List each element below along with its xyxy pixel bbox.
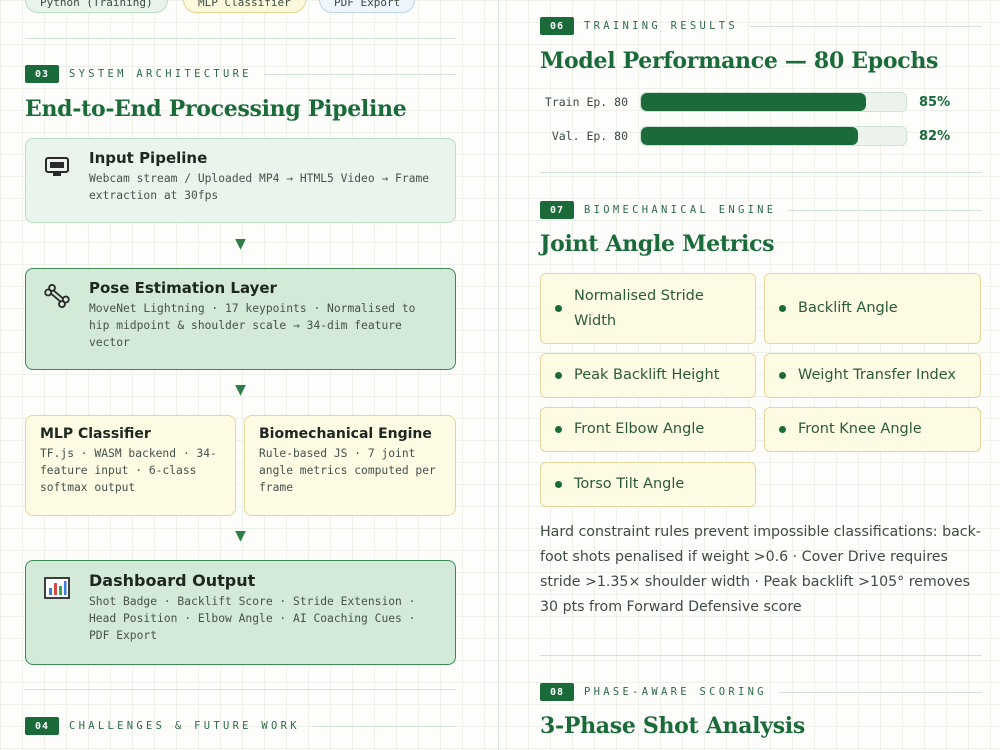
- section-title: End-to-End Processing Pipeline: [25, 96, 407, 122]
- section-divider: [540, 655, 982, 656]
- progress-bar-row: Train Ep. 80 85%: [540, 91, 982, 113]
- section-divider: [25, 689, 456, 690]
- card-body: MoveNet Lightning · 17 keypoints · Norma…: [89, 302, 416, 349]
- metric-label: Peak Backlift Height: [574, 367, 720, 383]
- bullet-dot-icon: [555, 372, 562, 379]
- metric-item: Weight Transfer Index: [764, 353, 981, 398]
- section-number: 06: [540, 17, 574, 35]
- section-label: BIOMECHANICAL ENGINE: [584, 204, 777, 216]
- section-header: 07 BIOMECHANICAL ENGINE: [540, 201, 982, 219]
- card-body: TF.js · WASM backend · 34-feature input …: [40, 447, 217, 494]
- progress-bar-row: Val. Ep. 80 82%: [540, 125, 982, 147]
- column-divider: [498, 0, 499, 750]
- bullet-dot-icon: [779, 426, 786, 433]
- progress-fill: [641, 127, 859, 145]
- section-divider: [540, 172, 982, 173]
- section-divider: [25, 38, 456, 39]
- bullet-dot-icon: [779, 372, 786, 379]
- tag-pill: PDF Export: [319, 0, 416, 13]
- card-title: Biomechanical Engine: [259, 426, 432, 442]
- section-title: Joint Angle Metrics: [540, 231, 775, 257]
- card-body: Shot Badge · Backlift Score · Stride Ext…: [89, 595, 416, 642]
- section-number: 07: [540, 201, 574, 219]
- input-pipeline-card: Input Pipeline Webcam stream / Uploaded …: [25, 138, 456, 223]
- bullet-dot-icon: [555, 305, 562, 312]
- metric-item: Peak Backlift Height: [540, 353, 756, 398]
- progress-fill: [641, 93, 867, 111]
- section-title: 3-Phase Shot Analysis: [540, 713, 805, 739]
- section-number: 08: [540, 683, 574, 701]
- section-title: Model Performance — 80 Epochs: [540, 48, 939, 74]
- section-label: CHALLENGES & FUTURE WORK: [69, 720, 300, 732]
- section-header: 03 SYSTEM ARCHITECTURE: [25, 65, 456, 83]
- flow-arrow-icon: ▼: [235, 382, 246, 398]
- monitor-icon: [45, 157, 69, 176]
- bar-label: Val. Ep. 80: [551, 129, 628, 143]
- metric-item: Normalised Stride Width: [540, 273, 756, 344]
- card-title: Pose Estimation Layer: [89, 279, 277, 297]
- pose-estimation-card: Pose Estimation Layer MoveNet Lightning …: [25, 268, 456, 370]
- flow-arrow-icon: ▼: [235, 528, 246, 544]
- metric-item: Front Elbow Angle: [540, 407, 756, 452]
- section-number: 04: [25, 717, 59, 735]
- card-body: Rule-based JS · 7 joint angle metrics co…: [259, 447, 436, 494]
- bone-icon: [44, 284, 70, 308]
- metric-label: Normalised Stride Width: [574, 287, 704, 329]
- biomechanical-engine-card: Biomechanical Engine Rule-based JS · 7 j…: [244, 415, 456, 516]
- bar-value: 85%: [919, 94, 951, 110]
- bar-label: Train Ep. 80: [544, 95, 628, 109]
- metric-item: Front Knee Angle: [764, 407, 981, 452]
- bullet-dot-icon: [555, 481, 562, 488]
- flow-arrow-icon: ▼: [235, 236, 246, 252]
- bar-chart-icon: [44, 577, 70, 599]
- dashboard-output-card: Dashboard Output Shot Badge · Backlift S…: [25, 560, 456, 665]
- metric-item: Torso Tilt Angle: [540, 462, 756, 507]
- section-label: PHASE-AWARE SCORING: [584, 686, 767, 698]
- bar-value: 82%: [919, 128, 951, 144]
- section-label: TRAINING RESULTS: [584, 20, 738, 32]
- progress-track: [640, 126, 907, 146]
- section-header: 06 TRAINING RESULTS: [540, 17, 982, 35]
- section-number: 03: [25, 65, 59, 83]
- tag-pill: MLP Classifier: [183, 0, 306, 13]
- mlp-classifier-card: MLP Classifier TF.js · WASM backend · 34…: [25, 415, 236, 516]
- card-title: Dashboard Output: [89, 571, 256, 590]
- card-body: Webcam stream / Uploaded MP4 → HTML5 Vid…: [89, 172, 430, 202]
- progress-track: [640, 92, 907, 112]
- bullet-dot-icon: [555, 426, 562, 433]
- metric-label: Front Knee Angle: [798, 421, 922, 437]
- section-header: 08 PHASE-AWARE SCORING: [540, 683, 982, 701]
- section-header: 04 CHALLENGES & FUTURE WORK: [25, 717, 456, 735]
- left-column: Python (Training) MLP Classifier PDF Exp…: [25, 0, 456, 750]
- section-label: SYSTEM ARCHITECTURE: [69, 68, 252, 80]
- right-column: 06 TRAINING RESULTS Model Performance — …: [540, 0, 982, 750]
- metric-label: Torso Tilt Angle: [574, 476, 685, 492]
- card-title: Input Pipeline: [89, 149, 208, 167]
- bullet-dot-icon: [779, 305, 786, 312]
- constraint-description: Hard constraint rules prevent impossible…: [540, 524, 981, 615]
- card-title: MLP Classifier: [40, 426, 151, 442]
- tag-pill: Python (Training): [25, 0, 168, 13]
- metric-label: Backlift Angle: [798, 300, 898, 316]
- metric-label: Weight Transfer Index: [798, 367, 956, 383]
- metric-label: Front Elbow Angle: [574, 421, 705, 437]
- metric-item: Backlift Angle: [764, 273, 981, 344]
